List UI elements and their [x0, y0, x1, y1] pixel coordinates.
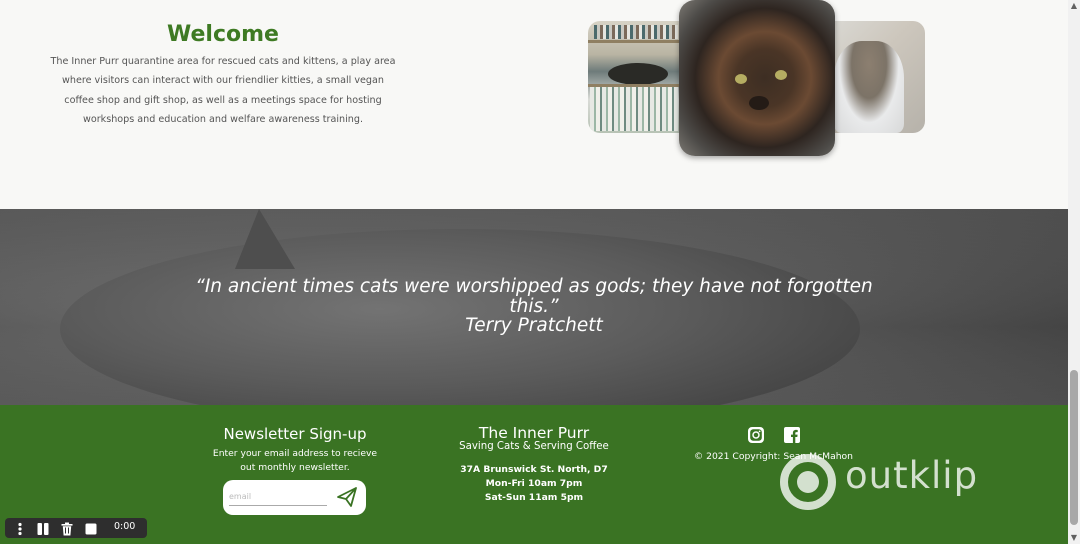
welcome-line: The Inner Purr quarantine area for rescu… [50, 56, 396, 67]
instagram-icon [748, 427, 764, 443]
brand-subtitle: Saving Cats & Serving Coffee [459, 441, 609, 452]
quote-author: Terry Pratchett [465, 315, 603, 336]
outklip-watermark: outklip [778, 448, 1018, 512]
newsletter-form [223, 480, 366, 515]
cat-eye [775, 70, 787, 80]
watermark-text: outklip [845, 454, 979, 497]
cat-photo-window [828, 21, 925, 133]
email-input[interactable] [229, 487, 327, 506]
instagram-link[interactable] [747, 426, 765, 444]
cat-eye [735, 74, 747, 84]
pause-button[interactable] [36, 521, 50, 535]
quote-banner: “In ancient times cats were worshipped a… [0, 209, 1068, 405]
welcome-line: where visitors can interact with our fri… [62, 75, 384, 87]
welcome-title: Welcome [167, 22, 279, 47]
tabby-cat [834, 41, 904, 133]
stop-button[interactable] [84, 521, 98, 535]
trash-icon [61, 522, 73, 536]
scroll-down-icon[interactable]: ▼ [1068, 532, 1080, 544]
shelf [588, 40, 683, 43]
more-icon [18, 522, 22, 536]
newsletter-title: Newsletter Sign-up [223, 425, 367, 443]
welcome-description: The Inner Purr quarantine area for rescu… [48, 52, 398, 130]
newsletter-description: Enter your email address to recieve out … [205, 447, 385, 475]
brand-title: The Inner Purr [478, 424, 590, 442]
pause-icon [37, 523, 49, 535]
outklip-logo-icon [780, 454, 836, 510]
hours-weekend: Sat-Sun 11am 5pm [484, 492, 584, 503]
bookshelf-books [594, 25, 678, 39]
bookshelf-books [590, 87, 678, 131]
facebook-icon [784, 427, 800, 443]
welcome-section: Welcome The Inner Purr quarantine area f… [0, 0, 1068, 209]
quote: “In ancient times cats were worshipped a… [160, 277, 908, 336]
delete-button[interactable] [60, 521, 74, 536]
send-button[interactable] [335, 486, 359, 508]
cat-photo-tortoiseshell [679, 0, 835, 156]
stop-icon [85, 523, 97, 535]
cat-nose [749, 96, 769, 110]
black-cat [608, 63, 668, 85]
cat-photo-bookshelf [588, 21, 683, 133]
quote-line: “In ancient times cats were worshipped a… [195, 276, 873, 297]
newsletter-line: out monthly newsletter. [240, 462, 350, 473]
quote-line: this.” [509, 295, 559, 317]
scroll-thumb[interactable] [1070, 370, 1078, 525]
recording-timer: 0:00 [114, 521, 136, 532]
newsletter-line: Enter your email address to recieve [212, 448, 378, 459]
address: 37A Brunswick St. North, D7 [460, 464, 608, 475]
vertical-scrollbar[interactable]: ▲ ▼ [1068, 0, 1080, 544]
welcome-line: workshops and education and welfare awar… [83, 114, 363, 126]
welcome-line: coffee shop and gift shop, as well as a … [64, 94, 382, 106]
scroll-up-icon[interactable]: ▲ [1068, 0, 1080, 12]
paper-plane-icon [337, 487, 357, 507]
recorder-controls: 0:00 [5, 518, 147, 538]
facebook-link[interactable] [783, 426, 801, 444]
hours-weekday: Mon-Fri 10am 7pm [485, 478, 583, 489]
more-button[interactable] [13, 521, 27, 536]
